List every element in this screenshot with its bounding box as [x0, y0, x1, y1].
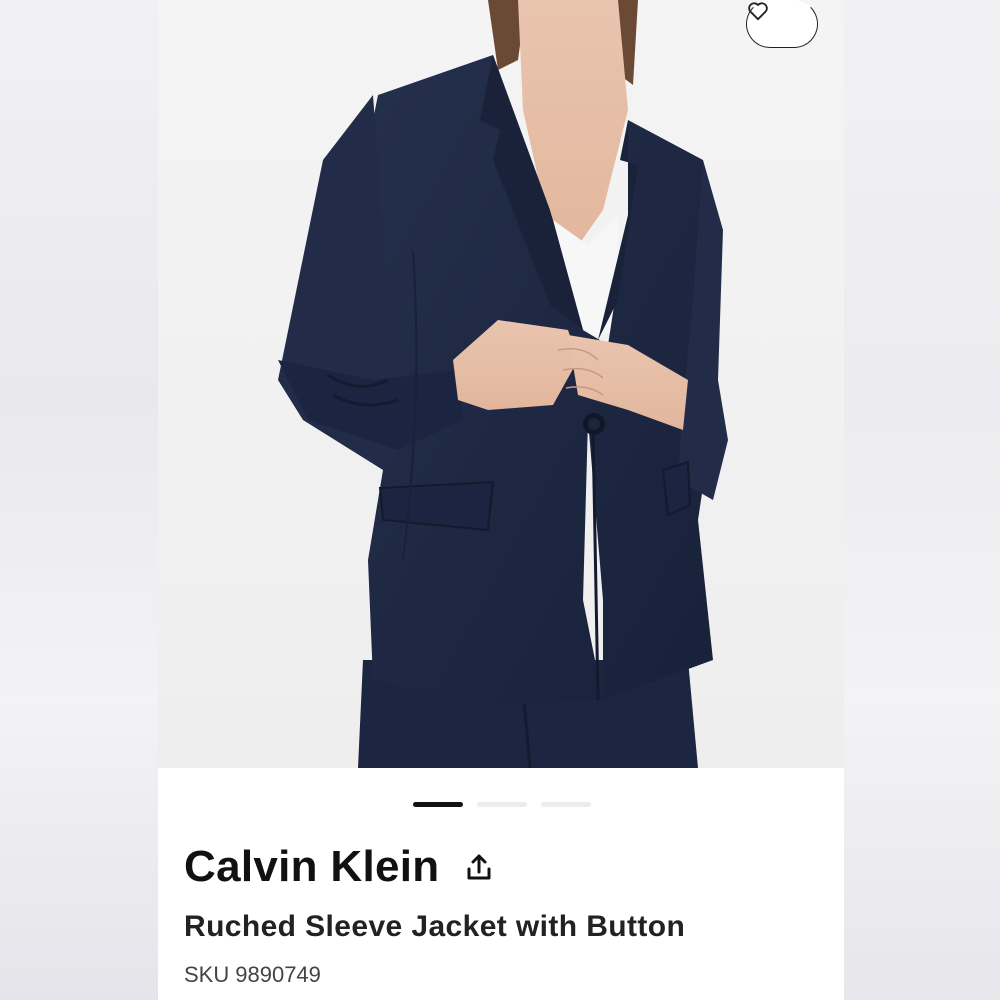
blurred-background-right [844, 0, 1000, 1000]
image-carousel-indicator [413, 802, 591, 807]
carousel-dot[interactable] [477, 802, 527, 807]
screenshot-stage: Calvin Klein Ruched Sleeve Jacket with B… [0, 0, 1000, 1000]
carousel-dot-active[interactable] [413, 802, 463, 807]
share-button[interactable] [465, 851, 495, 883]
favorite-button[interactable] [746, 0, 818, 48]
sku-value: 9890749 [235, 962, 321, 987]
sku-label: SKU [184, 962, 230, 987]
brand-name[interactable]: Calvin Klein [184, 842, 439, 892]
carousel-dot[interactable] [541, 802, 591, 807]
sku-line: SKU 9890749 [184, 962, 321, 988]
model-photo [158, 0, 844, 768]
share-icon [467, 854, 491, 880]
brand-row: Calvin Klein [184, 842, 495, 892]
blurred-background-left [0, 0, 158, 1000]
product-image[interactable] [158, 0, 844, 768]
product-page: Calvin Klein Ruched Sleeve Jacket with B… [158, 0, 844, 1000]
product-title: Ruched Sleeve Jacket with Button [184, 910, 686, 943]
